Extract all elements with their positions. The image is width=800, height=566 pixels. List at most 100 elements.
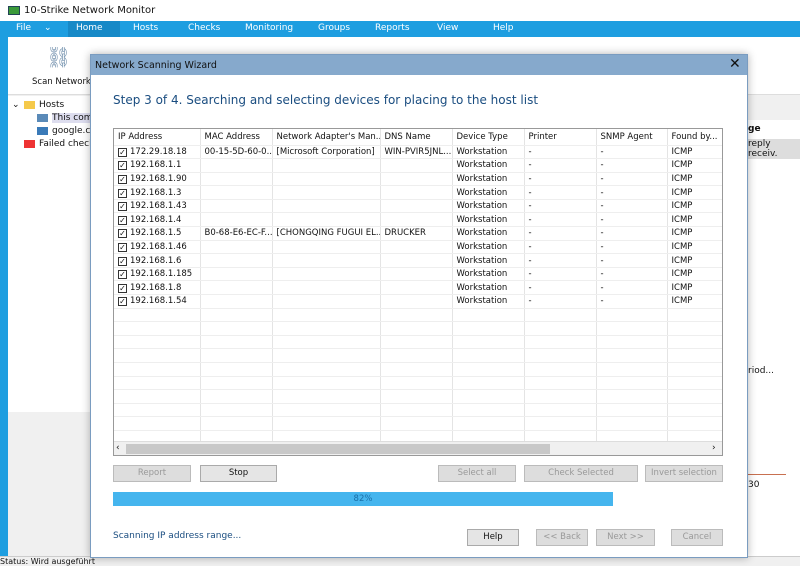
table-row[interactable]: ✓ 192.168.1.5 B0-68-E6-EC-F... [CHONGQING F… (114, 226, 722, 241)
cell-text: Workstation (456, 269, 508, 280)
checkbox[interactable]: ✓ (118, 147, 127, 157)
cell-text: - (528, 201, 532, 212)
empty-row (114, 348, 722, 363)
table-cell: ICMP (667, 185, 722, 200)
checkbox[interactable]: ✓ (118, 202, 127, 212)
empty-cell (272, 308, 381, 323)
horizontal-scrollbar[interactable]: ‹ › (114, 441, 722, 455)
menu-checks[interactable]: Checks (188, 23, 220, 33)
empty-cell (380, 389, 453, 404)
table-row[interactable]: ✓ 192.168.1.43 Workstation - - ICMP (114, 199, 722, 214)
column-header[interactable]: Network Adapter's Man... (272, 129, 381, 146)
chevron-down-icon[interactable]: ⌄ (44, 23, 52, 33)
table-row[interactable]: ✓ 192.168.1.185 Workstation - - ICMP (114, 267, 722, 282)
table-cell: - (524, 280, 597, 296)
table-row[interactable]: ✓ 192.168.1.3 Workstation - - ICMP (114, 185, 722, 200)
select-all-button[interactable]: Select all (438, 465, 516, 482)
table-row[interactable]: ✓ 192.168.1.1 Workstation - - ICMP (114, 158, 722, 173)
table-cell (272, 158, 381, 173)
invert-selection-button[interactable]: Invert selection (645, 465, 723, 482)
table-cell: - (524, 226, 597, 241)
column-header[interactable]: SNMP Agent (596, 129, 668, 146)
close-icon[interactable]: ✕ (729, 56, 741, 72)
scroll-left-icon[interactable]: ‹ (116, 443, 120, 453)
table-cell: ICMP (667, 158, 722, 173)
column-header[interactable]: MAC Address (200, 129, 273, 146)
menu-hosts[interactable]: Hosts (133, 23, 158, 33)
menu-view[interactable]: View (437, 23, 458, 33)
stop-button[interactable]: Stop (200, 465, 277, 482)
empty-cell (667, 416, 722, 431)
table-row[interactable]: ✓ 192.168.1.90 Workstation - - ICMP (114, 172, 722, 187)
table-row[interactable]: ✓ 192.168.1.54 Workstation - - ICMP (114, 294, 722, 309)
menu-reports[interactable]: Reports (375, 23, 410, 33)
table-cell: Workstation (452, 199, 525, 214)
column-header[interactable]: Device Type (452, 129, 525, 146)
checkbox[interactable]: ✓ (118, 283, 127, 293)
cell-text: - (528, 296, 532, 307)
cell-text: 192.168.1.4 (130, 214, 182, 225)
checkbox[interactable]: ✓ (118, 215, 127, 225)
scroll-right-icon[interactable]: › (712, 443, 716, 453)
table-cell: ✓ 192.168.1.46 (114, 240, 201, 255)
scrollbar-thumb[interactable] (126, 444, 550, 454)
checkbox[interactable]: ✓ (118, 188, 127, 198)
cell-text: B0-68-E6-EC-F... (204, 228, 272, 239)
table-row[interactable]: ✓ 192.168.1.46 Workstation - - ICMP (114, 240, 722, 255)
scan-network-button[interactable]: Scan Network... (32, 77, 99, 87)
column-header[interactable]: Printer (524, 129, 597, 146)
table-row[interactable]: ✓ 172.29.18.18 00-15-5D-60-0... [Microsoft … (114, 145, 722, 160)
empty-cell (667, 335, 722, 350)
cell-text: 192.168.1.6 (130, 255, 182, 266)
column-header[interactable]: DNS Name (380, 129, 453, 146)
cell-text: - (600, 187, 604, 198)
empty-cell (452, 403, 525, 418)
empty-cell (596, 376, 668, 391)
table-cell: ICMP (667, 199, 722, 214)
empty-cell (380, 321, 453, 336)
checkbox[interactable]: ✓ (118, 297, 127, 307)
checkbox[interactable]: ✓ (118, 242, 127, 252)
table-row[interactable]: ✓ 192.168.1.4 Workstation - - ICMP (114, 212, 722, 228)
table-row[interactable]: ✓ 192.168.1.6 Workstation - - ICMP (114, 253, 722, 268)
menu-file[interactable]: File (16, 23, 31, 33)
empty-cell (114, 403, 201, 418)
empty-cell (200, 362, 273, 377)
menu-groups[interactable]: Groups (318, 23, 350, 33)
table-row[interactable]: ✓ 192.168.1.8 Workstation - - ICMP (114, 280, 722, 296)
table-cell (380, 294, 453, 309)
cancel-button[interactable]: Cancel (671, 529, 723, 546)
empty-cell (114, 416, 201, 431)
empty-cell (452, 362, 525, 377)
cell-text: - (600, 214, 604, 225)
table-cell (272, 185, 381, 200)
devices-table[interactable]: IP Address MAC Address Network Adapter's M… (113, 128, 723, 456)
cell-text: DRUCKER (384, 228, 426, 239)
menu-home[interactable]: Home (76, 23, 103, 33)
menu-monitoring[interactable]: Monitoring (245, 23, 293, 33)
column-header[interactable]: Found by... (667, 129, 722, 146)
tree-item-hosts[interactable]: Hosts (39, 100, 64, 110)
report-button[interactable]: Report (113, 465, 191, 482)
menu-help[interactable]: Help (493, 23, 514, 33)
check-selected-button[interactable]: Check Selected (524, 465, 638, 482)
checkbox[interactable]: ✓ (118, 270, 127, 280)
cell-text: Workstation (456, 201, 508, 212)
cell-text: - (600, 146, 604, 157)
help-button[interactable]: Help (467, 529, 519, 546)
table-cell: - (524, 267, 597, 282)
checkbox[interactable]: ✓ (118, 174, 127, 184)
table-cell (200, 280, 273, 296)
table-cell (200, 267, 273, 282)
checkbox[interactable]: ✓ (118, 229, 127, 239)
cell-text: - (528, 269, 532, 280)
empty-cell (272, 376, 381, 391)
empty-cell (524, 376, 597, 391)
checkbox[interactable]: ✓ (118, 256, 127, 266)
checkbox[interactable]: ✓ (118, 161, 127, 171)
next-button[interactable]: Next >> (596, 529, 655, 546)
back-button[interactable]: << Back (536, 529, 588, 546)
column-header[interactable]: IP Address (114, 129, 201, 146)
chevron-down-icon[interactable]: ⌄ (12, 100, 20, 110)
table-cell (272, 172, 381, 187)
